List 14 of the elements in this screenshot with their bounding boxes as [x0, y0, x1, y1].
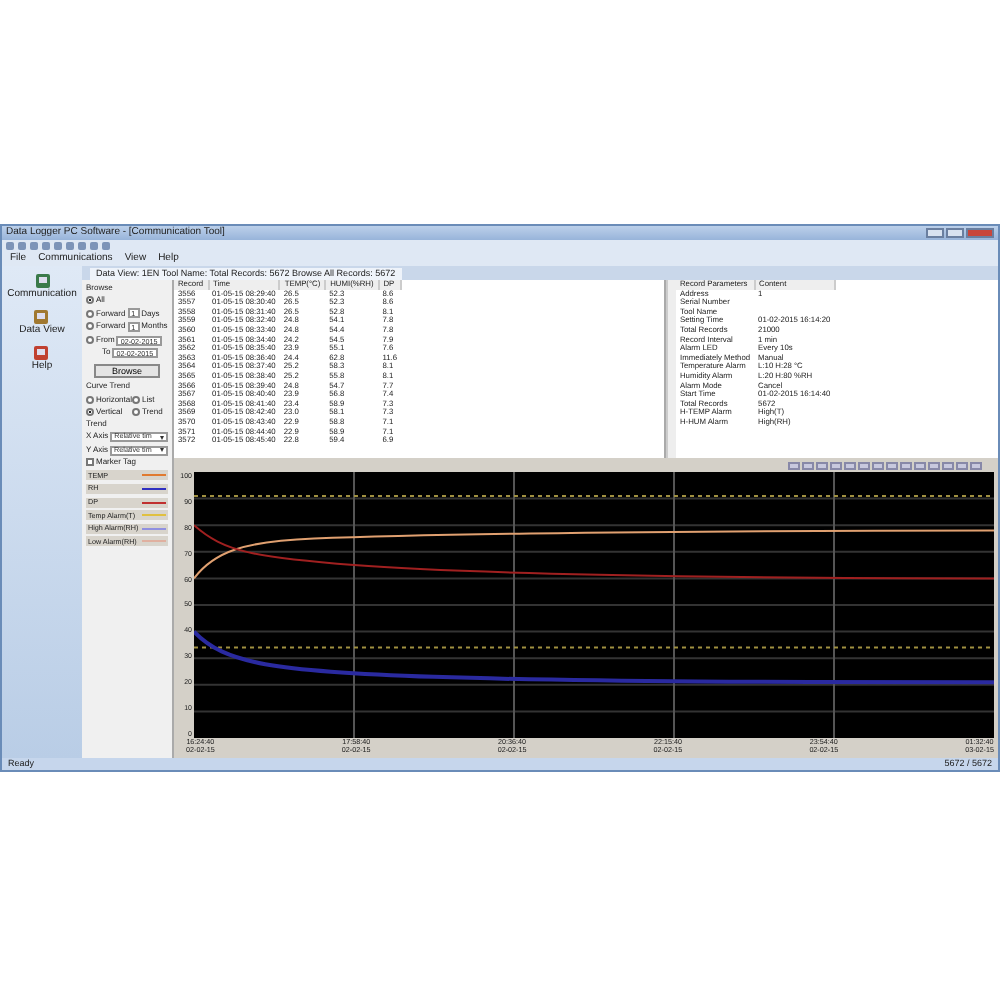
- maximize-button[interactable]: [946, 228, 964, 238]
- scrollbar[interactable]: [666, 280, 676, 458]
- checkbox[interactable]: [86, 458, 94, 467]
- radio-button[interactable]: [132, 395, 141, 404]
- radio-button[interactable]: [86, 407, 94, 416]
- caret-icon: [159, 435, 164, 439]
- radio-button[interactable]: [86, 296, 94, 305]
- radio-button[interactable]: [86, 336, 94, 345]
- radio-button[interactable]: [86, 395, 94, 404]
- radio-button[interactable]: [132, 407, 141, 416]
- radio-button[interactable]: [86, 309, 94, 318]
- radio-button[interactable]: [86, 322, 94, 331]
- caret-icon: [159, 448, 164, 453]
- minimize-button[interactable]: [926, 228, 944, 238]
